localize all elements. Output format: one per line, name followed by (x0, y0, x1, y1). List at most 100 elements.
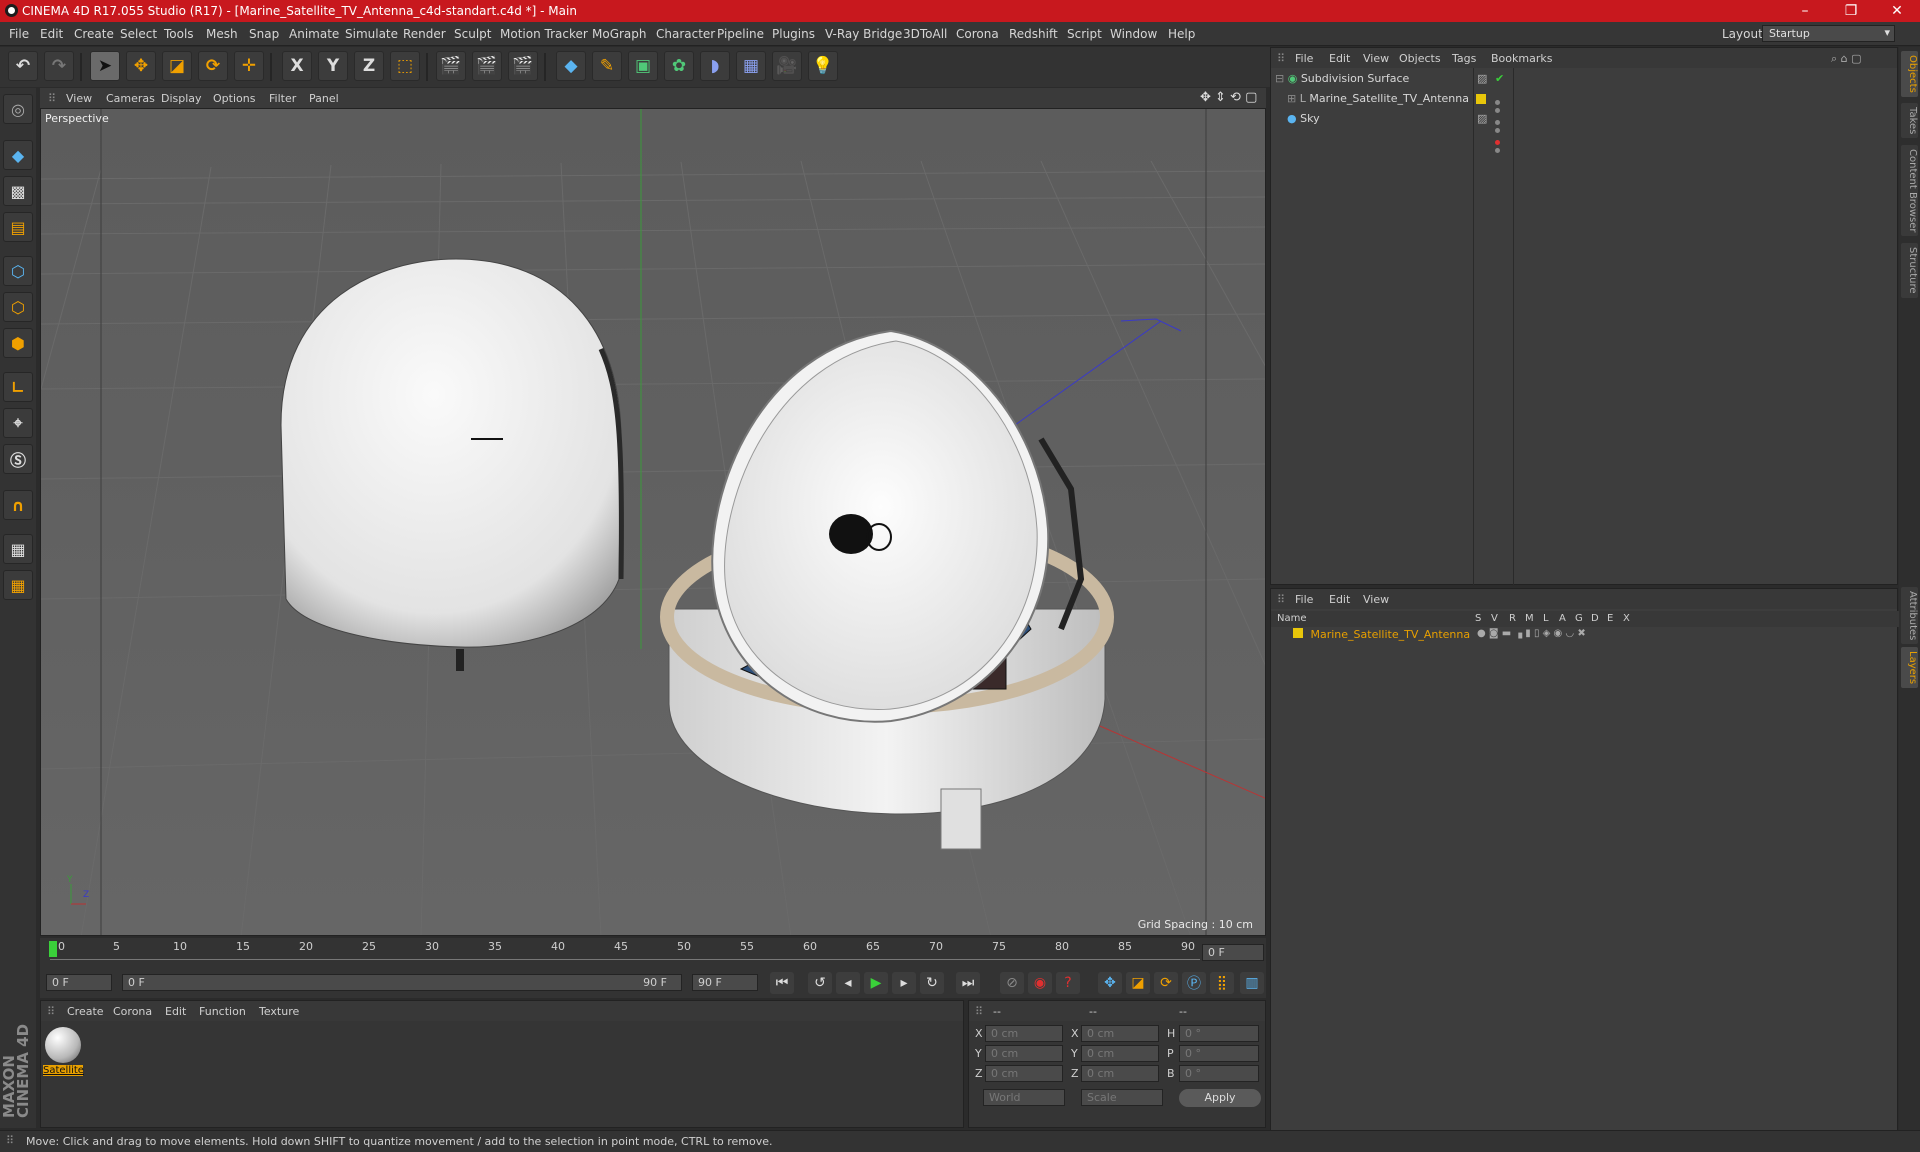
locked-workplane-button[interactable]: ▦ (3, 534, 33, 564)
menu-select[interactable]: Select (120, 27, 157, 41)
render-visibility-dot[interactable] (1495, 108, 1500, 113)
lm-menu-file[interactable]: File (1295, 593, 1313, 606)
menu-window[interactable]: Window (1110, 27, 1157, 41)
layer-toggle-icons[interactable]: ● ◙ ▬ ▗ ▮ ▯ ◈ ◉ ◡ ✖ (1477, 628, 1586, 639)
viewport-menu-panel[interactable]: Panel (309, 92, 339, 105)
menu-create[interactable]: Create (74, 27, 114, 41)
end-frame-field[interactable]: 90 F (692, 974, 758, 991)
menu-edit[interactable]: Edit (40, 27, 63, 41)
layer-row[interactable]: Marine_Satellite_TV_Antenna ● ◙ ▬ ▗ ▮ ▯ … (1279, 628, 1889, 646)
previous-frame-button[interactable]: ◂ (836, 972, 860, 994)
add-camera-button[interactable]: 🎥 (772, 51, 802, 81)
menu-sculpt[interactable]: Sculpt (454, 27, 491, 41)
menu-corona[interactable]: Corona (956, 27, 999, 41)
add-light-button[interactable]: 💡 (808, 51, 838, 81)
add-spline-button[interactable]: ✎ (592, 51, 622, 81)
material-menu-corona[interactable]: Corona (113, 1005, 152, 1018)
viewport-menu-display[interactable]: Display (161, 92, 202, 105)
tab-objects[interactable]: Objects (1901, 51, 1918, 97)
menu-simulate[interactable]: Simulate (345, 27, 398, 41)
y-axis-lock-button[interactable]: Y (318, 51, 348, 81)
next-frame-button[interactable]: ▸ (892, 972, 916, 994)
menu-animate[interactable]: Animate (289, 27, 339, 41)
editor-visibility-dot[interactable] (1495, 100, 1500, 105)
solo-mode-button[interactable]: Ⓢ (3, 444, 33, 474)
material-menu-function[interactable]: Function (199, 1005, 246, 1018)
play-button[interactable]: ▶ (864, 972, 888, 994)
x-axis-lock-button[interactable]: X (282, 51, 312, 81)
menu-redshift[interactable]: Redshift (1009, 27, 1058, 41)
viewport-menu-cameras[interactable]: Cameras (106, 92, 155, 105)
om-menu-file[interactable]: File (1295, 52, 1313, 65)
menu-file[interactable]: File (9, 27, 29, 41)
menu-3dtoall[interactable]: 3DToAll (903, 27, 947, 41)
tab-layers[interactable]: Layers (1901, 647, 1918, 689)
transform-tool-button[interactable]: ✛ (234, 51, 264, 81)
redo-button[interactable]: ↷ (44, 51, 74, 81)
menu-snap[interactable]: Snap (249, 27, 279, 41)
viewport-menu-view[interactable]: View (66, 92, 92, 105)
menu-help[interactable]: Help (1168, 27, 1195, 41)
size-z-field[interactable]: 0 cm (1081, 1065, 1159, 1082)
coordinate-mode-select[interactable]: World (983, 1089, 1065, 1106)
pos-y-field[interactable]: 0 cm (985, 1045, 1063, 1062)
next-keyframe-button[interactable]: ↻ (920, 972, 944, 994)
viewport-menu-filter[interactable]: Filter (269, 92, 296, 105)
pos-x-field[interactable]: 0 cm (985, 1025, 1063, 1042)
perspective-viewport[interactable]: Y Z Perspective Grid Spacing : 10 cm (40, 108, 1266, 936)
material-menu-edit[interactable]: Edit (165, 1005, 186, 1018)
menu-script[interactable]: Script (1067, 27, 1102, 41)
menu-motion-tracker[interactable]: Motion Tracker (500, 27, 588, 41)
maximize-button[interactable]: ❐ (1828, 0, 1874, 22)
apply-button[interactable]: Apply (1179, 1089, 1261, 1107)
minimize-button[interactable]: – (1782, 0, 1828, 22)
om-menu-objects[interactable]: Objects (1399, 52, 1441, 65)
key-pla-button[interactable]: ⣿ (1210, 972, 1234, 994)
make-editable-button[interactable]: ◎ (3, 94, 33, 124)
size-x-field[interactable]: 0 cm (1081, 1025, 1159, 1042)
check-enabled-icon[interactable]: ✔ (1495, 72, 1504, 85)
edges-mode-button[interactable]: ⬡ (3, 292, 33, 322)
menu-render[interactable]: Render (403, 27, 446, 41)
planar-workplane-button[interactable]: ▦ (3, 570, 33, 600)
lm-menu-edit[interactable]: Edit (1329, 593, 1350, 606)
material-menu-create[interactable]: Create (67, 1005, 104, 1018)
polygons-mode-button[interactable]: ⬢ (3, 328, 33, 358)
object-row-marine-satellite-tv-antenna[interactable]: ⊞ L Marine_Satellite_TV_Antenna (1287, 92, 1877, 110)
menu-tools[interactable]: Tools (164, 27, 194, 41)
add-cube-button[interactable]: ◆ (556, 51, 586, 81)
undo-button[interactable]: ↶ (8, 51, 38, 81)
tab-takes[interactable]: Takes (1901, 103, 1918, 139)
points-mode-button[interactable]: ⬡ (3, 256, 33, 286)
material-menu-texture[interactable]: Texture (259, 1005, 299, 1018)
object-row-sky[interactable]: ● Sky ▨ (1287, 112, 1877, 130)
material-swatch[interactable]: Satellite (43, 1027, 84, 1083)
coordinate-system-button[interactable]: ⬚ (390, 51, 420, 81)
render-visibility-dot[interactable] (1495, 128, 1500, 133)
viewport-menu-options[interactable]: Options (213, 92, 255, 105)
viewport-navigation-icons[interactable]: ✥ ⇕ ⟲ ▢ (1200, 90, 1257, 105)
om-menu-view[interactable]: View (1363, 52, 1389, 65)
add-mograph-button[interactable]: ✿ (664, 51, 694, 81)
render-settings-button[interactable]: 🎬 (508, 51, 538, 81)
om-menu-tags[interactable]: Tags (1452, 52, 1476, 65)
key-param-button[interactable]: Ⓟ (1182, 972, 1206, 994)
menu-vray-bridge[interactable]: V-Ray Bridge (825, 27, 902, 41)
model-mode-button[interactable]: ◆ (3, 140, 33, 170)
axis-mode-button[interactable]: ∟ (3, 372, 33, 402)
scale-tool-button[interactable]: ◪ (162, 51, 192, 81)
menu-character[interactable]: Character (656, 27, 715, 41)
live-selection-button[interactable]: ➤ (90, 51, 120, 81)
frame-range-slider[interactable]: 0 F 90 F (122, 974, 682, 991)
close-button[interactable]: ✕ (1874, 0, 1920, 22)
snap-button[interactable]: ∩ (3, 490, 33, 520)
record-keys-button[interactable]: ⊘ (1000, 972, 1024, 994)
start-frame-field[interactable]: 0 F (46, 974, 112, 991)
add-floor-button[interactable]: ▦ (736, 51, 766, 81)
keyframe-selection-button[interactable]: ? (1056, 972, 1080, 994)
previous-keyframe-button[interactable]: ↺ (808, 972, 832, 994)
menu-plugins[interactable]: Plugins (772, 27, 815, 41)
texture-mode-button[interactable]: ▩ (3, 176, 33, 206)
lm-menu-view[interactable]: View (1363, 593, 1389, 606)
object-row-subdivision-surface[interactable]: ⊟ ◉ Subdivision Surface ▨ ✔ (1275, 72, 1875, 90)
